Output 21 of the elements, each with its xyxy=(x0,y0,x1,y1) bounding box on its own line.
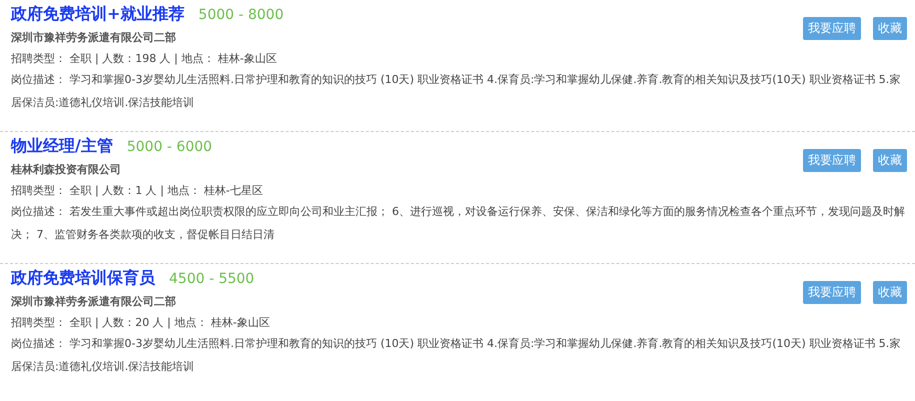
favorite-button[interactable]: 收藏 xyxy=(873,149,907,172)
company-name: 深圳市豫祥劳务派遣有限公司二部 xyxy=(11,294,177,310)
job-title[interactable]: 政府免费培训保育员 xyxy=(11,268,155,289)
apply-button[interactable]: 我要应聘 xyxy=(803,281,861,304)
job-description: 岗位描述： 学习和掌握0-3岁婴幼儿生活照料.日常护理和教育的知识的技巧 (10天) 职业资格证书 4.保育员:学习和掌握幼儿保健.养育.教育的相关知识及技巧(10天) 职业资格证书 5.家居保洁员:道德礼仪培训.保洁技能培训 xyxy=(11,336,902,375)
job-details: 招聘类型： 全职 | 人数：1 人 | 地点： 桂林-七星区 xyxy=(11,183,263,199)
job-details: 招聘类型： 全职 | 人数：198 人 | 地点： 桂林-象山区 xyxy=(11,51,278,67)
job-title[interactable]: 物业经理/主管 xyxy=(11,136,113,157)
favorite-button[interactable]: 收藏 xyxy=(873,17,907,40)
job-description: 岗位描述： 学习和掌握0-3岁婴幼儿生活照料.日常护理和教育的知识的技巧 (10天) 职业资格证书 4.保育员:学习和掌握幼儿保健.养育.教育的相关知识及技巧(10天) 职业资格证书 5.家居保洁员:道德礼仪培训.保洁技能培训 xyxy=(11,72,902,111)
company-name: 深圳市豫祥劳务派遣有限公司二部 xyxy=(11,30,177,46)
favorite-button[interactable]: 收藏 xyxy=(873,281,907,304)
salary-range: 4500 - 5500 xyxy=(169,271,254,287)
apply-button[interactable]: 我要应聘 xyxy=(803,149,861,172)
company-name: 桂林利森投资有限公司 xyxy=(11,162,122,178)
job-description: 岗位描述： 若发生重大事件或超出岗位职责权限的应立即向公司和业主汇报； 6、进行巡视，对设备运行保养、安保、保洁和绿化等方面的服务情况检查各个重点环节，发现问题及时解决； 7、监管财务各类款项的收支，督促帐目日结日清 xyxy=(11,204,906,243)
job-details: 招聘类型： 全职 | 人数：20 人 | 地点： 桂林-象山区 xyxy=(11,315,270,331)
salary-range: 5000 - 8000 xyxy=(198,7,284,23)
apply-button[interactable]: 我要应聘 xyxy=(803,17,861,40)
salary-range: 5000 - 6000 xyxy=(126,139,212,155)
job-title[interactable]: 政府免费培训+就业推荐 xyxy=(11,4,184,25)
